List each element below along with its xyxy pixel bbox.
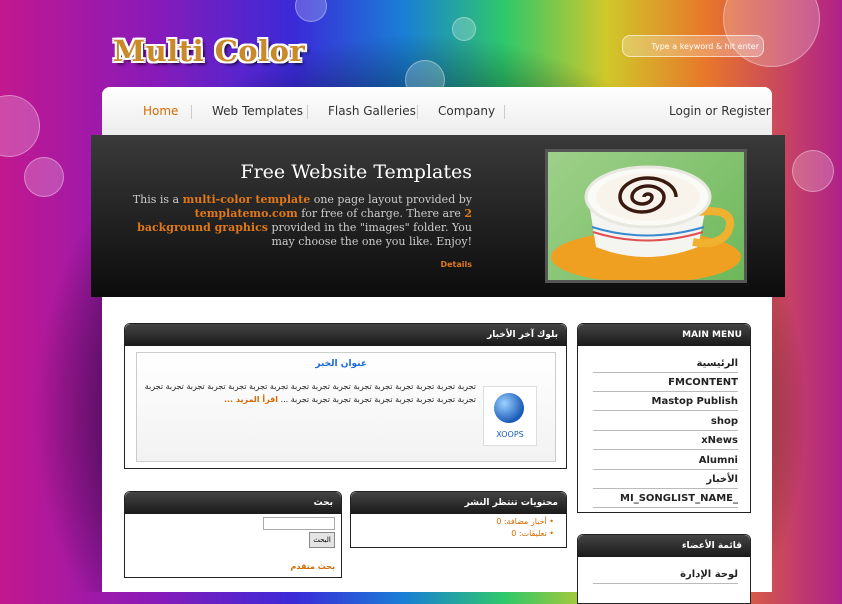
pending-block-title: محتويات تنتظر النشر bbox=[351, 492, 566, 514]
nav-home[interactable]: Home bbox=[143, 104, 178, 118]
nav-divider bbox=[417, 105, 418, 119]
main-menu-block: MAIN MENU الرئيسية FMCONTENT Mastop Publ… bbox=[577, 323, 751, 513]
search-block-button[interactable]: البحث bbox=[309, 532, 335, 548]
site-logo[interactable]: Multi Color bbox=[113, 34, 305, 68]
nav-divider bbox=[191, 105, 192, 119]
decor-bubble bbox=[0, 95, 40, 157]
news-body: تجربة تجربة تجربة تجربة تجربة تجربة تجرب… bbox=[144, 382, 476, 404]
read-more-link[interactable]: اقرأ المزيد ... bbox=[224, 395, 278, 404]
decor-bubble bbox=[24, 157, 64, 197]
search-block-input[interactable] bbox=[263, 517, 335, 530]
decor-bubble bbox=[295, 0, 327, 22]
nav-flash-galleries[interactable]: Flash Galleries bbox=[328, 104, 416, 118]
news-headline[interactable]: عنوان الخبر bbox=[137, 359, 367, 369]
members-block: قائمة الأعضاء لوحة الإدارة bbox=[577, 534, 751, 604]
xoops-orb-icon bbox=[494, 393, 524, 423]
menu-item-shop[interactable]: shop bbox=[593, 416, 738, 431]
xoops-logo-text: XOOPS bbox=[496, 430, 524, 439]
pending-item-comments[interactable]: • تعليقات: 0 bbox=[511, 529, 554, 538]
details-link[interactable]: Details bbox=[440, 260, 472, 269]
news-block: بلوك آخر الأخبار عنوان الخبر XOOPS تجربة… bbox=[124, 323, 567, 469]
nav-divider bbox=[307, 105, 308, 119]
pending-item-news[interactable]: • أخبار مضافة: 0 bbox=[496, 517, 554, 526]
search-input[interactable]: Type a keyword & hit enter bbox=[622, 35, 764, 57]
main-nav: Home Web Templates Flash Galleries Compa… bbox=[102, 87, 772, 135]
xoops-logo: XOOPS bbox=[483, 386, 537, 446]
decor-bubble bbox=[792, 150, 834, 192]
menu-item-admin[interactable]: لوحة الإدارة bbox=[593, 569, 738, 584]
menu-item-songlist[interactable]: MI_SONGLIST_NAME_ bbox=[593, 493, 738, 508]
main-menu-title: MAIN MENU bbox=[578, 324, 750, 346]
menu-item-alumni[interactable]: Alumni bbox=[593, 455, 738, 470]
search-block: بحث البحث بحث متقدم bbox=[124, 491, 342, 578]
news-item: عنوان الخبر XOOPS تجربة تجربة تجربة تجرب… bbox=[136, 352, 556, 462]
banner-text: This is a multi-color template one page … bbox=[132, 193, 472, 248]
menu-item-home[interactable]: الرئيسية bbox=[593, 358, 738, 373]
menu-item-fmcontent[interactable]: FMCONTENT bbox=[593, 377, 738, 392]
news-block-title: بلوك آخر الأخبار bbox=[125, 324, 566, 346]
nav-web-templates[interactable]: Web Templates bbox=[212, 104, 303, 118]
banner-title: Free Website Templates bbox=[240, 161, 472, 183]
advanced-search-link[interactable]: بحث متقدم bbox=[291, 562, 335, 571]
coffee-cup-image bbox=[551, 165, 741, 280]
decor-bubble bbox=[452, 17, 476, 41]
menu-item-news[interactable]: الأخبار bbox=[593, 474, 738, 489]
search-block-title: بحث bbox=[125, 492, 341, 514]
hero-banner: Free Website Templates This is a multi-c… bbox=[91, 135, 785, 297]
menu-item-xnews[interactable]: xNews bbox=[593, 435, 738, 450]
nav-company[interactable]: Company bbox=[438, 104, 495, 118]
menu-item-mastop-publish[interactable]: Mastop Publish bbox=[593, 396, 738, 411]
nav-divider bbox=[504, 105, 505, 119]
nav-login[interactable]: Login or Register bbox=[669, 104, 771, 118]
coffee-photo bbox=[545, 149, 747, 283]
members-block-title: قائمة الأعضاء bbox=[578, 535, 750, 557]
pending-content-block: محتويات تنتظر النشر • أخبار مضافة: 0 • ت… bbox=[350, 491, 567, 548]
